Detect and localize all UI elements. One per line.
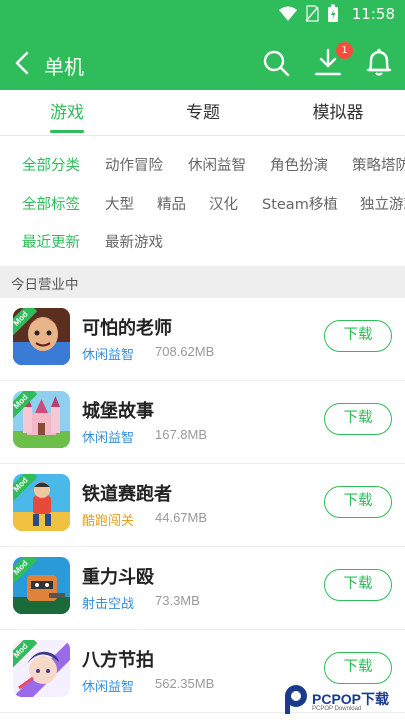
filter-category-rpg[interactable]: 角色扮演 bbox=[270, 154, 328, 175]
game-size: 708.62MB bbox=[155, 344, 215, 359]
tab-topics[interactable]: 专题 bbox=[158, 90, 248, 136]
game-name: 城堡故事 bbox=[82, 401, 154, 422]
active-tab-indicator bbox=[50, 130, 84, 133]
download-button[interactable]: 下载 bbox=[324, 486, 392, 518]
page-title: 单机 bbox=[44, 55, 84, 79]
back-icon[interactable] bbox=[12, 50, 34, 76]
game-size: 44.67MB bbox=[155, 510, 208, 525]
filter-tag-steam[interactable]: Steam移植 bbox=[262, 193, 338, 214]
filter-sort-newest[interactable]: 最新游戏 bbox=[105, 231, 163, 252]
no-sim-icon bbox=[305, 5, 319, 22]
game-category: 休闲益智 bbox=[82, 680, 135, 695]
status-bar: 11:58 bbox=[0, 0, 405, 28]
tag-filter-row: 全部标签 大型 精品 汉化 Steam移植 独立游戏 bbox=[0, 184, 405, 220]
game-category: 射击空战 bbox=[82, 597, 135, 612]
game-category: 休闲益智 bbox=[82, 431, 135, 446]
game-size: 73.3MB bbox=[155, 593, 200, 608]
filter-tag-indie[interactable]: 独立游戏 bbox=[360, 193, 405, 214]
filter-tag-chinese[interactable]: 汉化 bbox=[209, 193, 238, 214]
status-icons bbox=[279, 4, 339, 23]
search-icon[interactable] bbox=[262, 49, 290, 77]
filter-category-all[interactable]: 全部分类 bbox=[22, 154, 80, 175]
filter-tag-premium[interactable]: 精品 bbox=[157, 193, 186, 214]
game-name: 铁道赛跑者 bbox=[82, 484, 172, 505]
download-button[interactable]: 下载 bbox=[324, 320, 392, 352]
battery-icon bbox=[328, 4, 338, 22]
game-category: 休闲益智 bbox=[82, 348, 135, 363]
filter-tag-all[interactable]: 全部标签 bbox=[22, 193, 80, 214]
wifi-icon bbox=[279, 6, 297, 21]
filter-category-casual[interactable]: 休闲益智 bbox=[188, 154, 246, 175]
game-list-item[interactable]: Mod 可怕的老师 休闲益智 708.62MB 下载 bbox=[0, 298, 405, 381]
tab-bar: 游戏 专题 模拟器 bbox=[0, 90, 405, 136]
scary-teacher-icon: Mod bbox=[13, 308, 70, 365]
game-size: 167.8MB bbox=[155, 427, 208, 442]
eight-beats-icon: Mod bbox=[13, 640, 70, 697]
rail-runner-icon: Mod bbox=[13, 474, 70, 531]
filter-tag-large[interactable]: 大型 bbox=[105, 193, 134, 214]
game-name: 八方节拍 bbox=[82, 650, 154, 671]
section-title: 今日营业中 bbox=[11, 277, 79, 293]
game-list-item[interactable]: Mod 城堡故事 休闲益智 167.8MB 下载 bbox=[0, 381, 405, 464]
filter-panel: 全部分类 动作冒险 休闲益智 角色扮演 策略塔防 全部标签 大型 精品 汉化 S… bbox=[0, 137, 405, 265]
bell-icon[interactable] bbox=[365, 47, 393, 77]
game-size: 562.35MB bbox=[155, 676, 215, 691]
category-filter-row: 全部分类 动作冒险 休闲益智 角色扮演 策略塔防 bbox=[0, 145, 405, 181]
status-time: 11:58 bbox=[351, 5, 395, 23]
watermark: PCPOP下载 PCPOP Download bbox=[278, 684, 405, 720]
game-name: 可怕的老师 bbox=[82, 318, 172, 339]
game-name: 重力斗殴 bbox=[82, 567, 154, 588]
top-bar: 11:58 单机 1 bbox=[0, 0, 405, 90]
sort-filter-row: 最近更新 最新游戏 bbox=[0, 222, 405, 258]
filter-category-strategy[interactable]: 策略塔防 bbox=[352, 154, 405, 175]
download-count-badge: 1 bbox=[336, 42, 353, 59]
download-button[interactable]: 下载 bbox=[324, 403, 392, 435]
download-button[interactable]: 下载 bbox=[324, 652, 392, 684]
castle-story-icon: Mod bbox=[13, 391, 70, 448]
game-category: 酷跑闯关 bbox=[82, 514, 135, 529]
tab-emulators[interactable]: 模拟器 bbox=[292, 90, 384, 136]
filter-sort-recent[interactable]: 最近更新 bbox=[22, 231, 80, 252]
section-header: 今日营业中 bbox=[0, 266, 405, 298]
game-list-item[interactable]: Mod 重力斗殴 射击空战 73.3MB 下载 bbox=[0, 547, 405, 630]
watermark-subtext: PCPOP Download bbox=[312, 706, 362, 712]
download-button[interactable]: 下载 bbox=[324, 569, 392, 601]
pcpop-logo-icon bbox=[285, 685, 307, 714]
game-list-item[interactable]: Mod 铁道赛跑者 酷跑闯关 44.67MB 下载 bbox=[0, 464, 405, 547]
filter-category-action[interactable]: 动作冒险 bbox=[105, 154, 163, 175]
gravity-brawl-icon: Mod bbox=[13, 557, 70, 614]
app-bar: 单机 1 bbox=[0, 36, 405, 90]
